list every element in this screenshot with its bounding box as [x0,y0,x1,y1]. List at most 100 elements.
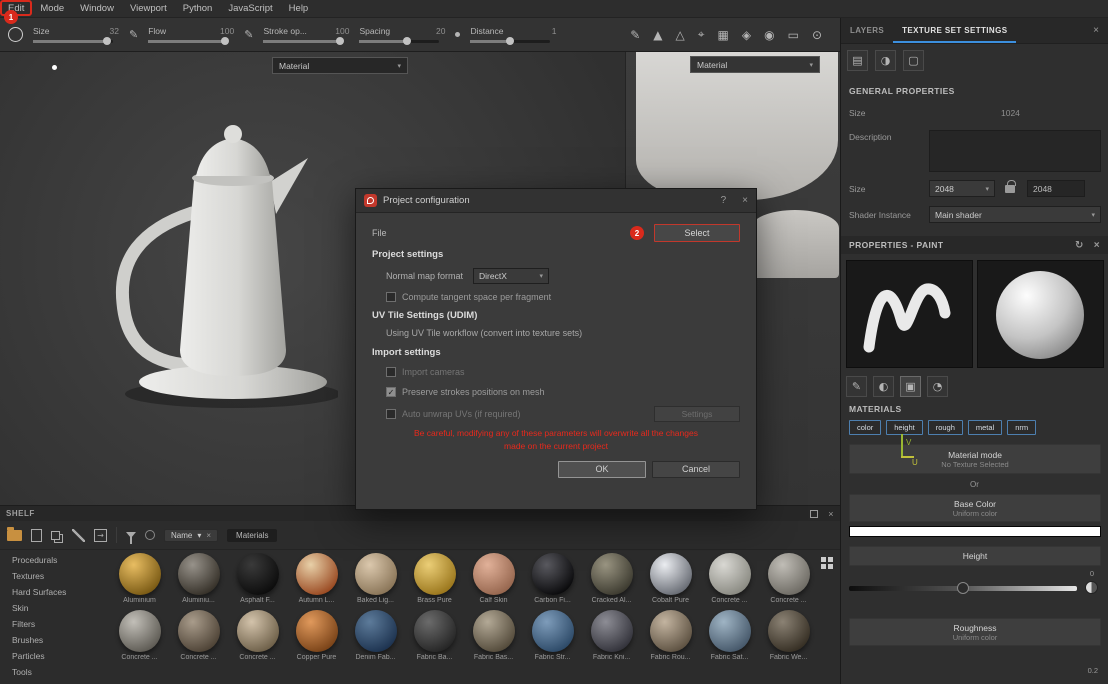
lazy-mouse-icon[interactable]: ✎ [630,28,640,42]
smudge-tool-icon[interactable]: ◔ [927,376,948,397]
projection-tool-icon[interactable]: ▣ [900,376,921,397]
sort-name-chip[interactable]: Name▾× [164,529,218,542]
channel-toggle-button[interactable]: metal [968,420,1002,435]
material-preview[interactable] [977,260,1104,368]
flow-slider[interactable] [148,40,228,43]
focus-camera-icon[interactable]: ◉ [764,28,774,42]
open-folder-icon[interactable] [7,530,22,541]
description-input[interactable] [929,130,1101,172]
channel-toggle-button[interactable]: rough [928,420,963,435]
gizmo-icon[interactable]: ◈ [742,28,751,42]
shelf-category-item[interactable]: Skin [0,600,112,616]
material-item[interactable]: Baked Lig... [348,553,403,604]
material-item[interactable]: Cobalt Pure [643,553,698,604]
export-resource-icon[interactable]: → [94,529,107,542]
tab-texture-set-settings[interactable]: TEXTURE SET SETTINGS [893,18,1016,43]
channel-toggle-button[interactable]: color [849,420,881,435]
pen-pressure-flow-icon[interactable]: ✎ [244,28,253,41]
grid-view-toggle-icon[interactable] [821,557,833,569]
distance-slider[interactable] [470,40,550,43]
channel-toggle-button[interactable]: nrm [1007,420,1036,435]
3d-shading-dropdown[interactable]: Material [272,57,408,74]
duplicate-resource-icon[interactable] [51,531,60,540]
spacing-slider[interactable] [359,40,439,43]
shelf-category-item[interactable]: Filters [0,616,112,632]
material-item[interactable]: Calf Skin [466,553,521,604]
filter-funnel-icon[interactable] [126,532,136,538]
preserve-strokes-checkbox[interactable]: ✓ [386,387,396,397]
material-item[interactable]: Denim Fab... [348,610,403,661]
select-file-button[interactable]: Select [654,224,740,242]
material-item[interactable]: Brass Pure [407,553,462,604]
dialog-titlebar[interactable]: Project configuration ? × [356,189,756,213]
eraser-tool-icon[interactable]: ◐ [873,376,894,397]
height-slider[interactable] [849,582,1077,594]
shelf-category-item[interactable]: Procedurals [0,552,112,568]
material-item[interactable]: Fabric Sat... [702,610,757,661]
cancel-button[interactable]: Cancel [652,461,740,478]
dialog-help-icon[interactable]: ? [721,195,727,206]
material-item[interactable]: Fabric Str... [525,610,580,661]
material-item[interactable]: Concrete ... [761,553,816,604]
ok-button[interactable]: OK [558,461,646,478]
pen-pressure-size-icon[interactable]: ✎ [129,28,138,41]
height-section-button[interactable]: Height [849,546,1101,566]
material-item[interactable]: Fabric Bas... [466,610,521,661]
menu-item[interactable]: Python [175,0,221,17]
mirror-plane-icon[interactable]: △ [676,28,685,42]
uv-grid-icon[interactable]: ▦ [718,28,729,42]
shelf-category-item[interactable]: Tools [0,664,112,680]
refresh-shelf-icon[interactable] [145,530,155,540]
material-item[interactable]: Fabric Ba... [407,610,462,661]
material-item[interactable]: Autumn L... [289,553,344,604]
symmetry-icon[interactable]: ▲ [653,28,662,42]
shelf-category-item[interactable]: Particles [0,648,112,664]
brush-tool-icon[interactable]: ✎ [846,376,867,397]
stroke-preview[interactable] [846,260,973,368]
tangent-space-checkbox[interactable] [386,292,396,302]
menu-item[interactable]: JavaScript [220,0,280,17]
material-item[interactable]: Carbon Fi... [525,553,580,604]
tab-layers[interactable]: LAYERS [841,18,893,43]
menu-item[interactable]: Viewport [122,0,175,17]
shelf-category-item[interactable]: Brushes [0,632,112,648]
shelf-category-item[interactable]: Hard Surfaces [0,584,112,600]
new-resource-icon[interactable] [31,529,42,542]
material-item[interactable]: Copper Pure [289,610,344,661]
shader-instance-dropdown[interactable]: Main shader [929,206,1101,223]
materials-filter-tag[interactable]: Materials [227,529,277,542]
2d-shading-dropdown[interactable]: Material [690,56,820,73]
camera-icon[interactable]: ⊙ [812,28,822,42]
unwrap-settings-button[interactable]: Settings [654,406,740,422]
stroke-opacity-slider[interactable] [263,40,343,43]
resolution-height-field[interactable]: 2048 [1027,180,1085,197]
base-color-swatch[interactable] [849,526,1101,537]
uv-frame-icon[interactable]: ▢ [903,50,924,71]
material-item[interactable]: Aluminiu... [171,553,226,604]
height-dial-icon[interactable] [1085,581,1098,594]
material-sphere-icon[interactable]: ◑ [875,50,896,71]
texture-set-list-icon[interactable]: ▤ [847,50,868,71]
material-item[interactable]: Concrete ... [171,610,226,661]
material-item[interactable]: Concrete ... [230,610,285,661]
material-item[interactable]: Fabric Kni... [584,610,639,661]
clear-filter-icon[interactable] [72,529,85,542]
material-item[interactable]: Aluminium [112,553,167,604]
material-item[interactable]: Cracked Al... [584,553,639,604]
material-item[interactable]: Fabric Rou... [643,610,698,661]
material-item[interactable]: Concrete ... [112,610,167,661]
auto-unwrap-checkbox[interactable] [386,409,396,419]
menu-item[interactable]: Help [281,0,317,17]
chip-close-icon[interactable]: × [206,531,211,540]
reset-properties-icon[interactable]: ↻ [1075,240,1084,251]
panel-close-icon[interactable]: × [1084,25,1108,36]
menu-item[interactable]: Mode [32,0,72,17]
shelf-close-icon[interactable]: × [828,509,834,519]
snap-icon[interactable]: ⌖ [698,27,705,42]
float-panel-icon[interactable] [810,510,818,518]
properties-close-icon[interactable]: × [1094,240,1100,251]
display-settings-icon[interactable]: ▭ [788,28,799,42]
resolution-dropdown[interactable]: 2048 [929,180,995,197]
menu-item[interactable]: Window [72,0,122,17]
lock-ratio-icon[interactable] [1005,185,1015,193]
